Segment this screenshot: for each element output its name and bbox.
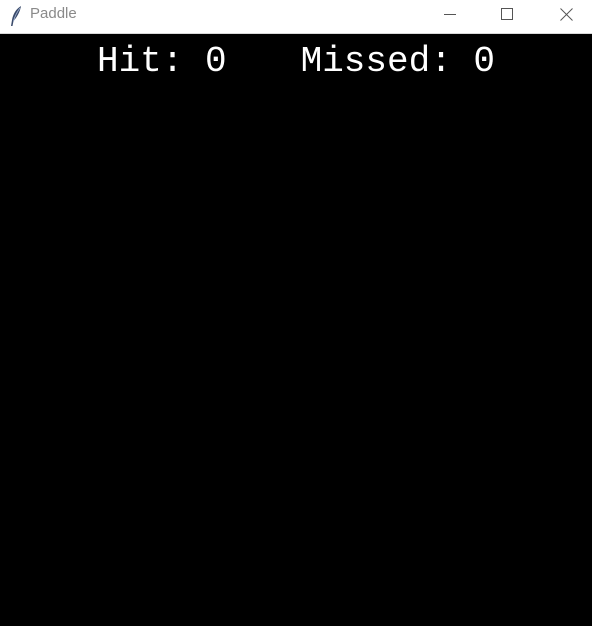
title-bar[interactable]: Paddle (0, 0, 592, 34)
maximize-button[interactable] (484, 0, 530, 28)
hit-score: Hit: 0 (96, 41, 227, 82)
maximize-icon (501, 8, 513, 20)
minimize-icon (444, 14, 456, 15)
scoreboard: Hit: 0 Missed: 0 (0, 42, 592, 82)
score-spacer (227, 42, 301, 82)
app-window: Paddle Hit: 0 Missed: 0 (0, 0, 592, 626)
close-button[interactable] (543, 0, 589, 28)
close-icon (559, 7, 573, 21)
feather-icon (11, 6, 21, 26)
game-canvas[interactable]: Hit: 0 Missed: 0 (0, 34, 592, 626)
missed-score: Missed: 0 (300, 41, 496, 82)
minimize-button[interactable] (427, 0, 473, 28)
window-title: Paddle (30, 5, 77, 22)
